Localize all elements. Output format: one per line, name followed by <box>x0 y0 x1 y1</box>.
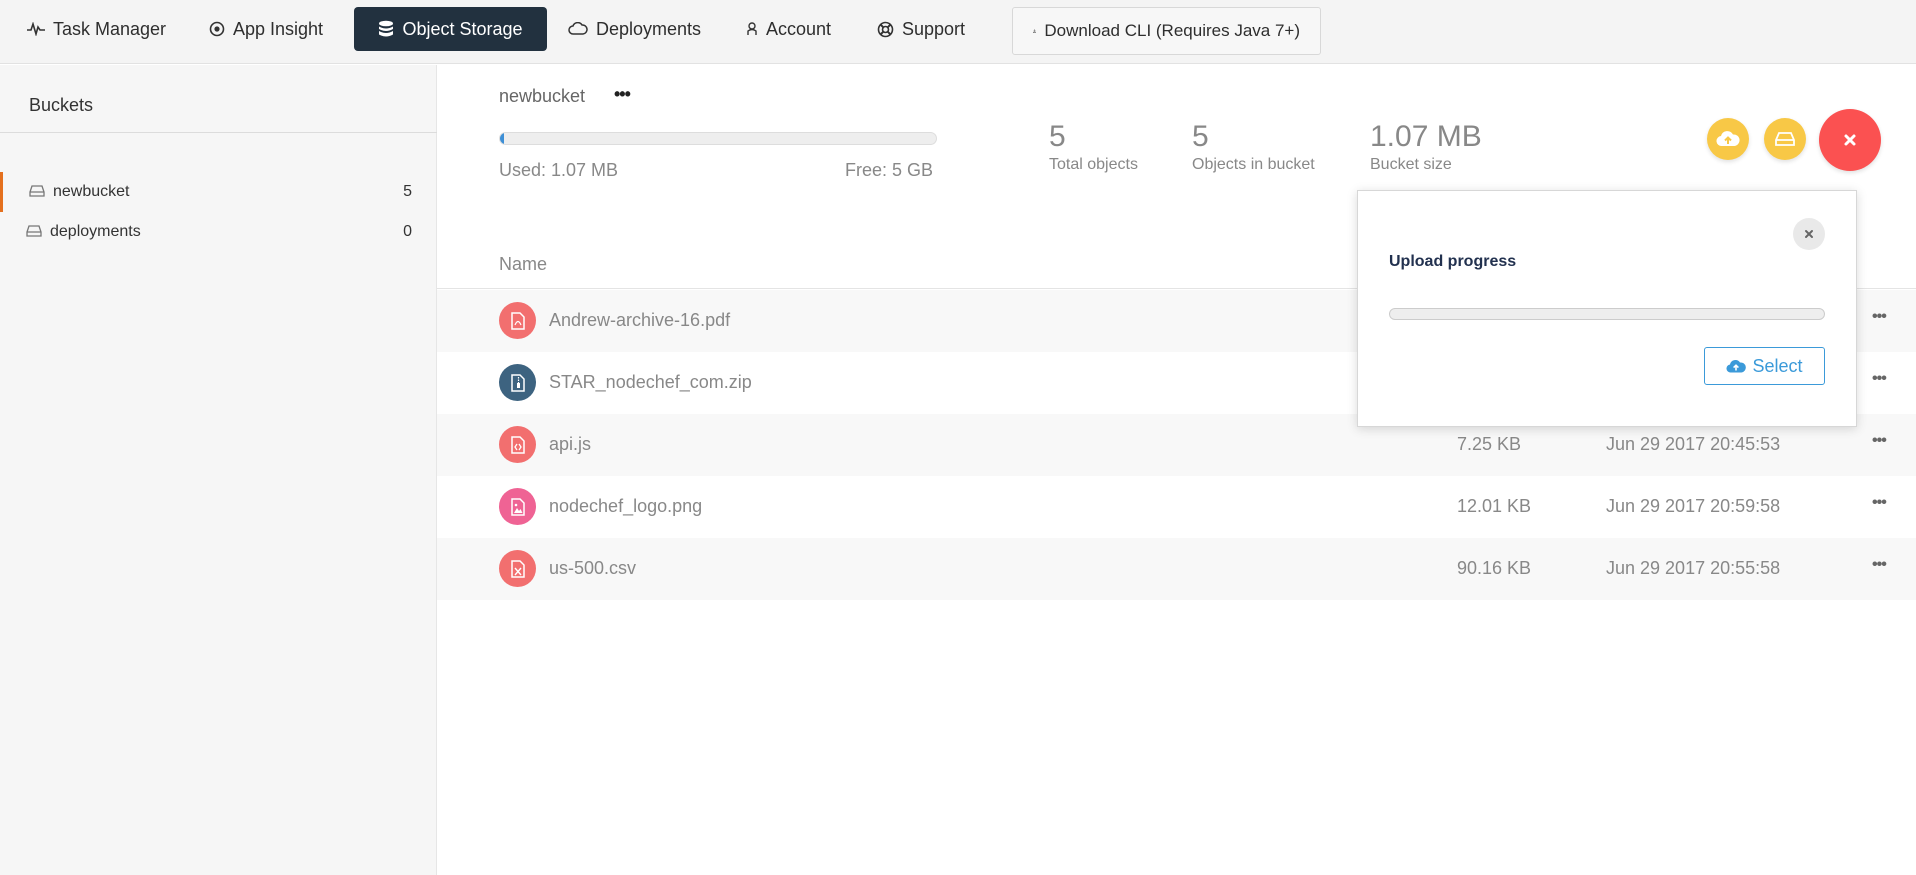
nav-object-storage[interactable]: Object Storage <box>354 7 547 51</box>
nav-object-storage-label: Object Storage <box>402 18 523 39</box>
bucket-name: deployments <box>50 223 141 240</box>
upload-progress-popup: Upload progress Select <box>1357 190 1857 427</box>
stat-total-objects: 5 Total objects <box>1049 120 1138 174</box>
usage-progress-fill <box>500 133 505 144</box>
storage-button[interactable] <box>1764 118 1806 160</box>
database-icon <box>379 20 394 37</box>
file-name[interactable]: us-500.csv <box>549 558 636 579</box>
used-storage-text: Used: 1.07 MB <box>499 160 619 180</box>
usage-progress-bar <box>499 132 937 145</box>
close-panel-button[interactable] <box>1819 109 1881 171</box>
bucket-sidebar: Buckets newbucket 5 deployments 0 <box>0 65 437 875</box>
code-file-icon <box>499 426 536 463</box>
stat-bucket-size: 1.07 MB Bucket size <box>1370 120 1482 174</box>
lifebuoy-icon <box>877 21 894 37</box>
close-icon <box>1844 134 1856 146</box>
hdd-icon <box>1775 132 1795 146</box>
stat-value: 5 <box>1049 120 1066 153</box>
nav-support[interactable]: Support <box>857 7 985 51</box>
download-icon <box>1033 29 1037 33</box>
nav-task-manager-label: Task Manager <box>53 18 167 39</box>
table-row[interactable]: us-500.csv 90.16 KB Jun 29 2017 20:55:58… <box>437 538 1916 600</box>
image-file-icon <box>499 488 536 525</box>
file-name[interactable]: api.js <box>549 434 591 455</box>
bucket-title: newbucket <box>499 86 586 106</box>
row-options-button[interactable]: ••• <box>1872 432 1887 450</box>
nav-account-label: Account <box>766 18 832 39</box>
sidebar-item-newbucket[interactable]: newbucket 5 <box>0 172 437 212</box>
target-icon <box>209 21 225 37</box>
bucket-count: 5 <box>403 183 412 200</box>
file-date: Jun 29 2017 20:55:58 <box>1606 558 1781 578</box>
nav-support-label: Support <box>902 18 966 39</box>
file-name[interactable]: STAR_nodechef_com.zip <box>549 372 752 393</box>
cloud-upload-icon <box>1726 359 1747 373</box>
upload-progress-bar <box>1389 308 1825 320</box>
file-date: Jun 29 2017 20:59:58 <box>1606 496 1781 516</box>
bucket-name: newbucket <box>53 183 130 200</box>
row-options-button[interactable]: ••• <box>1872 494 1887 512</box>
file-name[interactable]: nodechef_logo.png <box>549 496 702 517</box>
popup-title: Upload progress <box>1389 253 1517 270</box>
sidebar-title: Buckets <box>29 95 94 115</box>
stat-label: Total objects <box>1049 156 1138 173</box>
download-cli-button[interactable]: Download CLI (Requires Java 7+) <box>1012 7 1321 55</box>
nav-app-insight-label: App Insight <box>233 18 324 39</box>
bucket-options-button[interactable]: ••• <box>614 84 631 105</box>
file-name[interactable]: Andrew-archive-16.pdf <box>549 310 730 331</box>
select-label: Select <box>1752 355 1803 376</box>
download-cli-label: Download CLI (Requires Java 7+) <box>1044 21 1300 40</box>
popup-close-button[interactable] <box>1793 218 1825 250</box>
close-icon <box>1805 230 1813 238</box>
file-size: 90.16 KB <box>1457 558 1532 578</box>
cloud-icon <box>568 22 588 35</box>
stat-label: Bucket size <box>1370 156 1452 173</box>
stat-value: 1.07 MB <box>1370 120 1482 153</box>
file-size: 7.25 KB <box>1457 434 1522 454</box>
column-header-name[interactable]: Name <box>499 254 547 275</box>
row-options-button[interactable]: ••• <box>1872 370 1887 388</box>
sidebar-divider <box>0 132 437 133</box>
select-files-button[interactable]: Select <box>1704 347 1825 385</box>
row-options-button[interactable]: ••• <box>1872 556 1887 574</box>
top-nav: Task Manager App Insight Object Storage … <box>0 0 1916 64</box>
stat-value: 5 <box>1192 120 1209 153</box>
file-date: Jun 29 2017 20:45:53 <box>1606 434 1781 454</box>
row-options-button[interactable]: ••• <box>1872 308 1887 326</box>
free-storage-text: Free: 5 GB <box>845 160 934 180</box>
nav-app-insight[interactable]: App Insight <box>189 7 343 51</box>
upload-button[interactable] <box>1707 118 1749 160</box>
stat-label: Objects in bucket <box>1192 156 1315 173</box>
nav-task-manager[interactable]: Task Manager <box>7 7 186 51</box>
excel-file-icon <box>499 550 536 587</box>
pulse-icon <box>27 22 45 36</box>
cloud-upload-icon <box>1716 131 1740 147</box>
nav-deployments[interactable]: Deployments <box>548 7 721 51</box>
hdd-icon <box>26 225 42 237</box>
user-icon <box>747 22 757 35</box>
stat-objects-in-bucket: 5 Objects in bucket <box>1192 120 1315 174</box>
sidebar-item-deployments[interactable]: deployments 0 <box>0 212 437 252</box>
nav-account[interactable]: Account <box>726 7 851 51</box>
pdf-file-icon <box>499 302 536 339</box>
file-size: 12.01 KB <box>1457 496 1532 516</box>
hdd-icon <box>29 185 45 197</box>
zip-file-icon <box>499 364 536 401</box>
table-row[interactable]: nodechef_logo.png 12.01 KB Jun 29 2017 2… <box>437 476 1916 538</box>
bucket-count: 0 <box>403 223 412 240</box>
nav-deployments-label: Deployments <box>596 18 702 39</box>
